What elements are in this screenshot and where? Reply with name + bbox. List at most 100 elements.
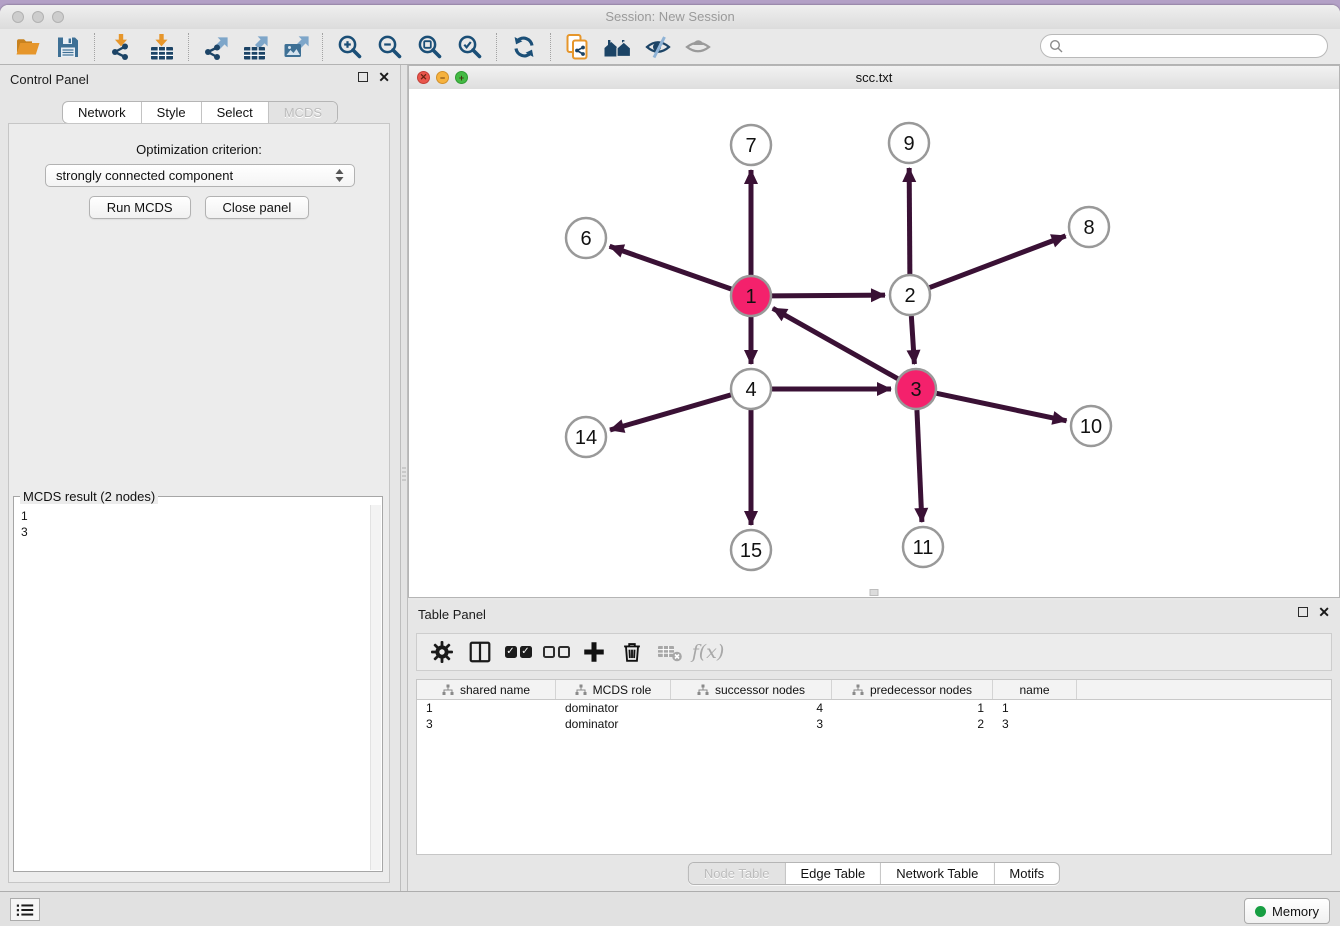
column-header-name[interactable]: name xyxy=(993,680,1077,699)
close-panel-icon[interactable]: ✕ xyxy=(1318,607,1330,617)
table-panel-title: Table Panel xyxy=(418,607,486,622)
table-options-button[interactable] xyxy=(425,636,459,668)
tab-mcds[interactable]: MCDS xyxy=(269,102,337,123)
search-icon xyxy=(1049,39,1063,53)
function-builder-button[interactable]: f(x) xyxy=(691,636,725,668)
plus-icon xyxy=(581,639,607,665)
network-canvas[interactable]: 1234678910111415 xyxy=(409,89,1339,597)
select-all-button[interactable]: ✓✓ xyxy=(501,636,535,668)
graph-edge-1-6[interactable] xyxy=(610,246,732,289)
graph-edge-4-14[interactable] xyxy=(610,395,731,430)
network-graph: 1234678910111415 xyxy=(409,89,1339,597)
float-panel-icon[interactable] xyxy=(358,72,368,82)
search-field[interactable] xyxy=(1040,34,1328,58)
optimization-criterion-value: strongly connected component xyxy=(56,168,233,183)
splitter-grip xyxy=(402,467,406,483)
zoom-selected-button[interactable] xyxy=(453,32,487,62)
hierarchy-icon xyxy=(852,684,864,696)
import-network-icon xyxy=(108,33,136,61)
table-panel-tabs: Node Table Edge Table Network Table Moti… xyxy=(688,862,1060,885)
close-panel-icon[interactable]: ✕ xyxy=(378,72,390,82)
graph-edge-2-3[interactable] xyxy=(911,316,914,364)
column-header-successor-nodes[interactable]: successor nodes xyxy=(671,680,832,699)
hierarchy-icon xyxy=(575,684,587,696)
zoom-out-button[interactable] xyxy=(373,32,407,62)
search-input[interactable] xyxy=(1069,38,1319,54)
export-table-button[interactable] xyxy=(239,32,273,62)
delete-table-button[interactable] xyxy=(653,636,687,668)
show-columns-button[interactable] xyxy=(463,636,497,668)
open-folder-icon xyxy=(14,33,42,61)
memory-button[interactable]: Memory xyxy=(1244,898,1330,924)
graph-edge-3-11[interactable] xyxy=(917,410,922,522)
hide-selected-button[interactable] xyxy=(641,32,675,62)
tab-style[interactable]: Style xyxy=(142,102,202,123)
add-column-button[interactable] xyxy=(577,636,611,668)
close-panel-button[interactable]: Close panel xyxy=(205,196,310,219)
table-row[interactable]: 1 dominator 4 1 1 xyxy=(417,700,1331,716)
zoom-fit-button[interactable] xyxy=(413,32,447,62)
tab-node-table[interactable]: Node Table xyxy=(689,863,786,884)
refresh-icon xyxy=(510,33,538,61)
mcds-result-list[interactable]: 1 3 xyxy=(15,505,370,870)
main-window: Session: New Session xyxy=(0,5,1340,926)
control-panel-title: Control Panel xyxy=(10,72,89,87)
graph-node-label: 7 xyxy=(745,135,756,157)
save-session-button[interactable] xyxy=(51,32,85,62)
export-network-button[interactable] xyxy=(199,32,233,62)
canvas-resize-handle[interactable] xyxy=(870,589,879,596)
result-scrollbar[interactable] xyxy=(370,505,381,870)
zoom-in-button[interactable] xyxy=(333,32,367,62)
application: Session: New Session xyxy=(0,0,1340,926)
home-layout-button[interactable] xyxy=(601,32,635,62)
network-view-window: ✕ − + scc.txt 1234678910111415 xyxy=(408,65,1340,598)
save-disk-icon xyxy=(54,33,82,61)
mcds-result-title: MCDS result (2 nodes) xyxy=(20,489,158,504)
control-panel-tabs: Network Style Select MCDS xyxy=(62,101,338,124)
column-header-predecessor-nodes[interactable]: predecessor nodes xyxy=(832,680,993,699)
graph-edge-2-8[interactable] xyxy=(930,236,1066,288)
graph-node-label: 10 xyxy=(1080,416,1102,438)
graph-edge-1-2[interactable] xyxy=(772,295,885,296)
new-network-from-selection-button[interactable] xyxy=(561,32,595,62)
panel-splitter[interactable] xyxy=(400,65,408,891)
delete-column-button[interactable] xyxy=(615,636,649,668)
window-title: Session: New Session xyxy=(0,9,1340,24)
column-header-shared-name[interactable]: shared name xyxy=(417,680,556,699)
graph-node-label: 8 xyxy=(1083,217,1094,239)
table-panel-header: Table Panel ✕ xyxy=(408,600,1340,628)
open-session-button[interactable] xyxy=(11,32,45,62)
export-table-icon xyxy=(242,33,270,61)
import-network-button[interactable] xyxy=(105,32,139,62)
window-titlebar: Session: New Session xyxy=(0,5,1340,30)
tab-edge-table[interactable]: Edge Table xyxy=(785,863,881,884)
columns-icon xyxy=(467,639,493,665)
optimization-criterion-select[interactable]: strongly connected component xyxy=(45,164,355,187)
tab-network-table[interactable]: Network Table xyxy=(881,863,994,884)
tab-select[interactable]: Select xyxy=(202,102,269,123)
task-history-button[interactable] xyxy=(10,898,40,921)
graph-edge-2-9[interactable] xyxy=(909,168,910,274)
deselect-all-button[interactable] xyxy=(539,636,573,668)
run-mcds-button[interactable]: Run MCDS xyxy=(89,196,191,219)
export-image-button[interactable] xyxy=(279,32,313,62)
graph-edge-3-10[interactable] xyxy=(937,393,1067,420)
graph-node-label: 2 xyxy=(904,285,915,307)
tab-network[interactable]: Network xyxy=(63,102,142,123)
float-panel-icon[interactable] xyxy=(1298,607,1308,617)
graph-edge-3-1[interactable] xyxy=(773,308,898,378)
list-icon xyxy=(15,902,35,918)
tab-motifs[interactable]: Motifs xyxy=(994,863,1059,884)
table-row[interactable]: 3 dominator 3 2 3 xyxy=(417,716,1331,732)
node-table: shared name MCDS role successor nodes pr… xyxy=(416,679,1332,855)
import-table-button[interactable] xyxy=(145,32,179,62)
hierarchy-icon xyxy=(697,684,709,696)
graph-node-label: 14 xyxy=(575,427,597,449)
duplicate-network-icon xyxy=(564,33,592,61)
eye-disabled-icon xyxy=(684,33,712,61)
column-header-mcds-role[interactable]: MCDS role xyxy=(556,680,671,699)
show-hidden-button[interactable] xyxy=(681,32,715,62)
mcds-result-line: 1 xyxy=(21,508,364,524)
refresh-layout-button[interactable] xyxy=(507,32,541,62)
export-image-icon xyxy=(282,33,310,61)
